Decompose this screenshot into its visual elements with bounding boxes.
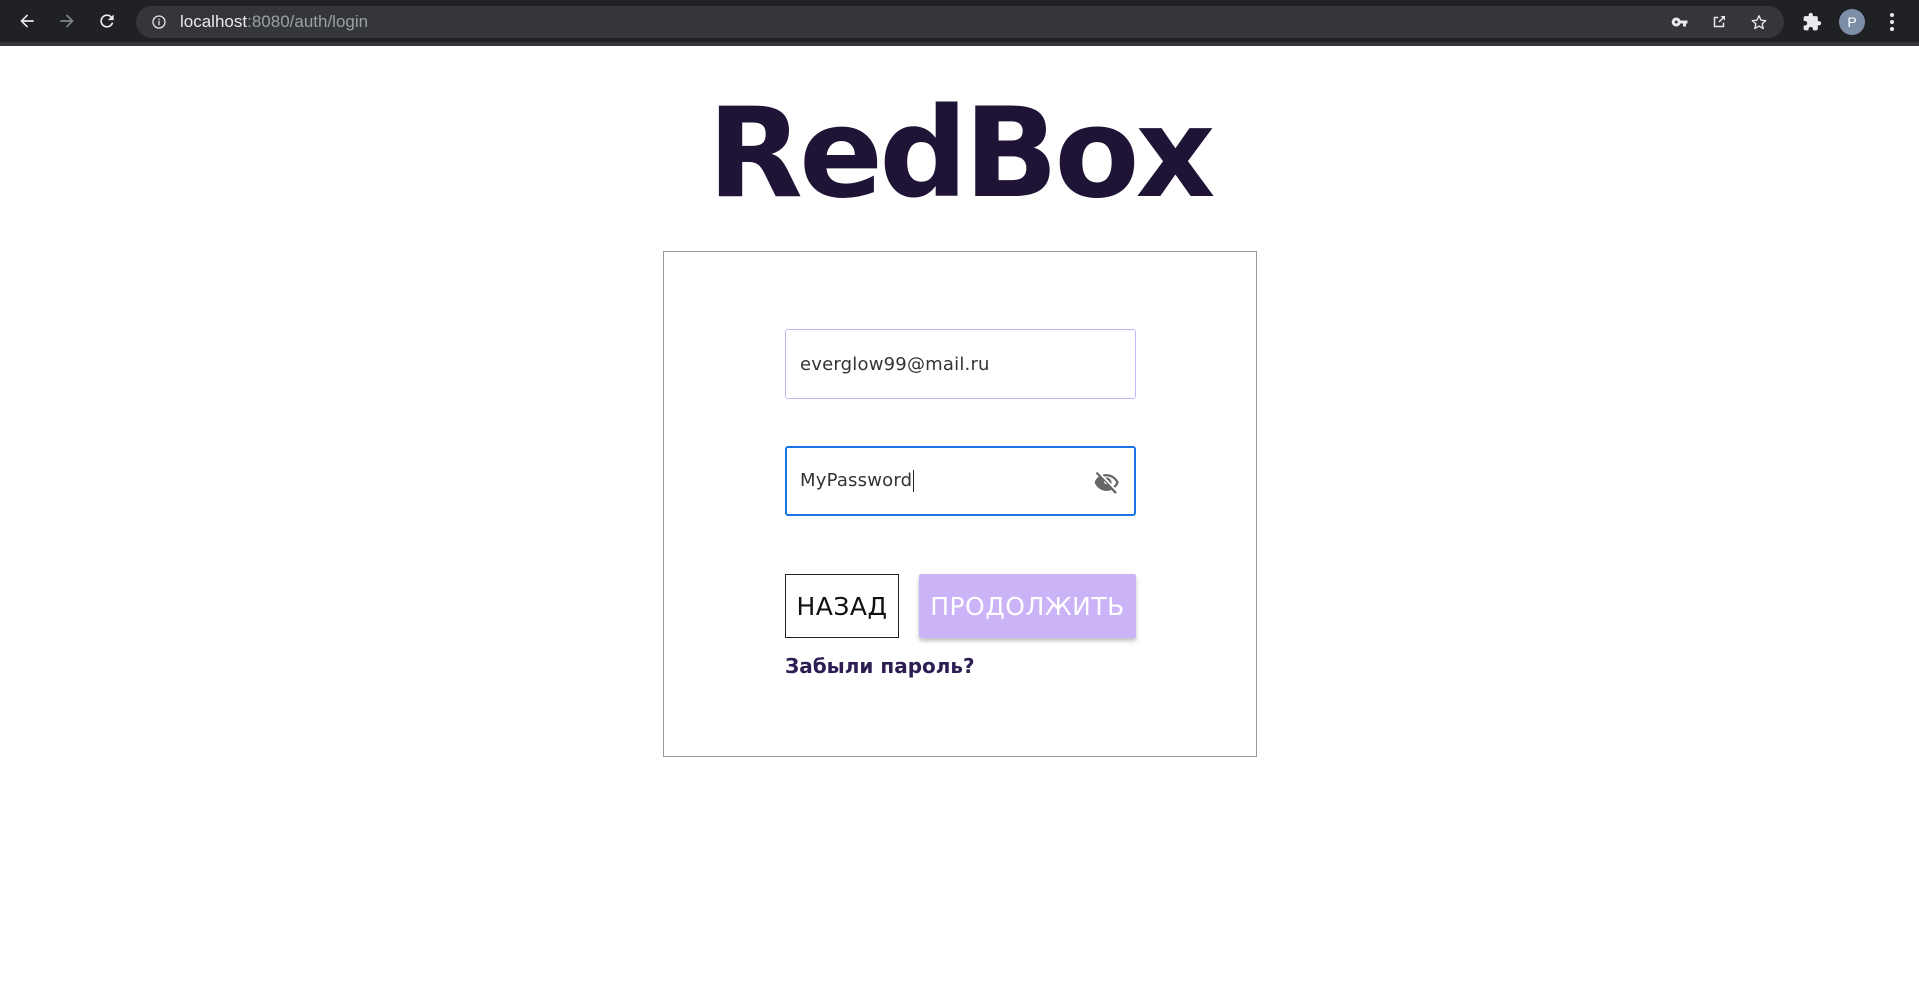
login-card: everglow99@mail.ru MyPassword НАЗАД ПРОД… [663,251,1257,757]
url-text: localhost:8080/auth/login [180,12,368,32]
address-bar[interactable]: localhost:8080/auth/login [136,6,1784,38]
browser-toolbar: localhost:8080/auth/login P [0,0,1919,46]
brand-logo: RedBox [707,82,1215,226]
key-icon[interactable] [1671,13,1689,31]
reload-icon[interactable] [92,6,122,36]
back-arrow-icon[interactable] [12,6,42,36]
share-icon[interactable] [1710,13,1728,31]
password-text: MyPassword [800,470,913,491]
kebab-menu-icon[interactable] [1882,10,1902,34]
text-caret [913,470,915,492]
toolbar-divider [0,42,1919,46]
email-field[interactable]: everglow99@mail.ru [785,329,1136,399]
url-path: :8080/auth/login [247,12,369,31]
email-value: everglow99@mail.ru [800,353,990,375]
site-info-icon[interactable] [150,13,168,31]
password-value: MyPassword [800,470,915,492]
url-host: localhost [180,12,248,31]
extensions-puzzle-icon[interactable] [1800,10,1824,34]
forgot-password-link[interactable]: Забыли пароль? [785,654,975,678]
forward-arrow-icon[interactable] [52,6,82,36]
continue-button[interactable]: ПРОДОЛЖИТЬ [919,574,1136,638]
bookmark-star-icon[interactable] [1750,13,1768,31]
eye-off-icon[interactable] [1092,468,1120,496]
profile-avatar[interactable]: P [1839,9,1865,35]
password-field[interactable]: MyPassword [785,446,1136,516]
back-button[interactable]: НАЗАД [785,574,899,638]
